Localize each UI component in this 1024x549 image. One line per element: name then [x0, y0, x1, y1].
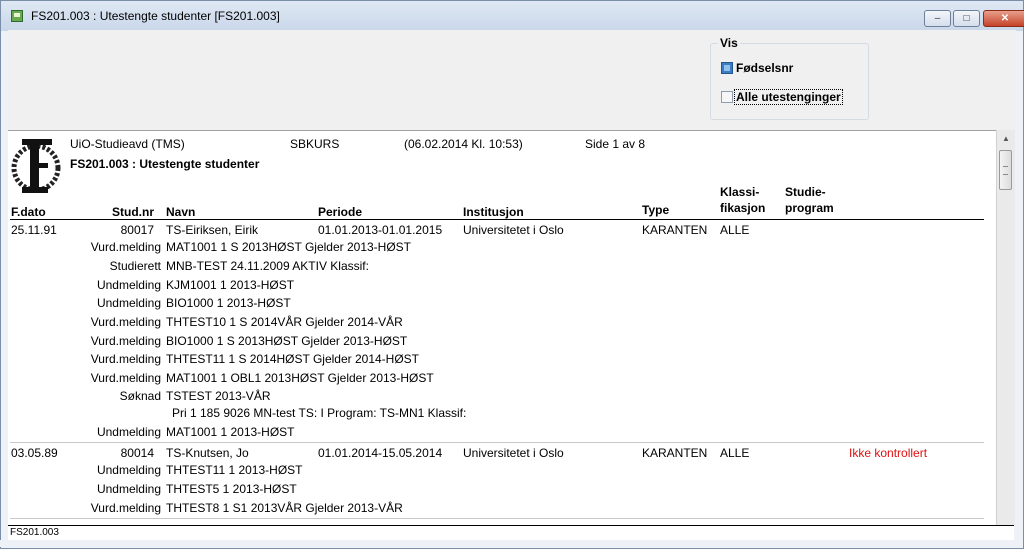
- col-type: Type: [642, 203, 670, 217]
- detail-label: Studierett: [109, 259, 161, 273]
- detail-text: THTEST5 1 2013-HØST: [166, 482, 297, 496]
- close-button[interactable]: ✕: [983, 10, 1024, 27]
- col-periode: Periode: [318, 205, 363, 219]
- record-periode: 01.01.2013-01.01.2015: [318, 223, 443, 237]
- col-studie-2: program: [785, 201, 834, 215]
- detail-label: Vurd.melding: [90, 240, 161, 254]
- detail-label: Undmelding: [96, 425, 161, 439]
- col-studie-1: Studie-: [785, 185, 826, 199]
- detail-text: BIO1000 1 S 2013HØST Gjelder 2013-HØST: [166, 334, 408, 348]
- report-timestamp: (06.02.2014 Kl. 10:53): [404, 137, 523, 151]
- window-bottom-edge: [0, 540, 1022, 547]
- record-fdato: 03.05.89: [11, 446, 58, 460]
- minimize-button[interactable]: –: [924, 10, 951, 27]
- report-org: UiO-Studieavd (TMS): [70, 137, 185, 151]
- report-title: FS201.003 : Utestengte studenter: [70, 157, 260, 171]
- detail-label: Undmelding: [96, 278, 161, 292]
- detail-label: Vurd.melding: [90, 315, 161, 329]
- fodselsnr-checkbox[interactable]: [721, 62, 733, 74]
- alle-utestenginger-checkbox[interactable]: [721, 91, 733, 103]
- record-institusjon: Universitetet i Oslo: [463, 446, 564, 460]
- header-rule: [10, 219, 984, 220]
- record-type: KARANTEN: [642, 223, 708, 237]
- detail-text: TSTEST 2013-VÅR: [166, 389, 271, 403]
- title-bar[interactable]: FS201.003 : Utestengte studenter [FS201.…: [1, 1, 1024, 31]
- fodselsnr-label[interactable]: Fødselsnr: [736, 61, 793, 75]
- detail-label: Vurd.melding: [90, 352, 161, 366]
- window-title: FS201.003 : Utestengte studenter [FS201.…: [31, 9, 280, 23]
- vis-groupbox: [710, 43, 869, 120]
- scroll-thumb[interactable]: [999, 150, 1012, 190]
- detail-label: Undmelding: [96, 482, 161, 496]
- detail-label: Søknad: [119, 389, 161, 403]
- record-fdato: 25.11.91: [11, 223, 57, 237]
- detail-text: MAT1001 1 2013-HØST: [166, 425, 295, 439]
- maximize-button[interactable]: □: [953, 10, 980, 27]
- detail-label: Undmelding: [96, 463, 161, 477]
- vis-legend: Vis: [718, 36, 740, 50]
- record-periode: 01.01.2014-15.05.2014: [318, 446, 443, 460]
- detail-text: Pri 1 185 9026 MN-test TS: I Program: TS…: [172, 406, 467, 420]
- scroll-up-icon[interactable]: ▲: [999, 132, 1013, 146]
- detail-text: THTEST10 1 S 2014VÅR Gjelder 2014-VÅR: [166, 315, 403, 329]
- report-user: SBKURS: [290, 137, 340, 151]
- detail-text: THTEST8 1 S1 2013VÅR Gjelder 2013-VÅR: [166, 501, 403, 515]
- detail-text: THTEST11 1 S 2014HØST Gjelder 2014-HØST: [166, 352, 419, 366]
- report-page: Side 1 av 8: [585, 137, 646, 151]
- detail-label: Vurd.melding: [90, 334, 161, 348]
- col-klassi-1: Klassi-: [720, 185, 760, 199]
- fs-logo: [11, 139, 61, 193]
- detail-text: MNB-TEST 24.11.2009 AKTIV Klassif:: [166, 259, 369, 273]
- detail-text: BIO1000 1 2013-HØST: [166, 296, 291, 310]
- col-navn: Navn: [166, 205, 196, 219]
- detail-text: MAT1001 1 OBL1 2013HØST Gjelder 2013-HØS…: [166, 371, 434, 385]
- record-klassifikasjon: ALLE: [720, 446, 750, 460]
- record-institusjon: Universitetet i Oslo: [463, 223, 564, 237]
- record-separator: [10, 442, 984, 443]
- col-institusjon: Institusjon: [463, 205, 524, 219]
- record-navn: TS-Knutsen, Jo: [166, 446, 249, 460]
- detail-label: Undmelding: [96, 296, 161, 310]
- detail-label: Vurd.melding: [90, 371, 161, 385]
- record-studnr: 80014: [120, 446, 154, 460]
- detail-text: KJM1001 1 2013-HØST: [166, 278, 295, 292]
- status-text: FS201.003: [10, 527, 59, 538]
- detail-text: MAT1001 1 S 2013HØST Gjelder 2013-HØST: [166, 240, 412, 254]
- record-studnr: 80017: [120, 223, 154, 237]
- app-icon: [11, 10, 23, 22]
- col-studnr: Stud.nr: [112, 205, 154, 219]
- detail-text: THTEST11 1 2013-HØST: [166, 463, 303, 477]
- vertical-scrollbar[interactable]: ▲: [996, 130, 1015, 525]
- record-navn: TS-Eiriksen, Eirik: [166, 223, 259, 237]
- record-klassifikasjon: ALLE: [720, 223, 750, 237]
- col-fdato: F.dato: [11, 205, 46, 219]
- record-type: KARANTEN: [642, 446, 708, 460]
- alle-utestenginger-label[interactable]: Alle utestenginger: [734, 89, 843, 105]
- status-bar: [8, 525, 1014, 540]
- status-ikke-kontrollert: Ikke kontrollert: [849, 446, 928, 460]
- detail-label: Vurd.melding: [90, 501, 161, 515]
- record-separator: [10, 518, 984, 519]
- col-klassi-2: fikasjon: [720, 201, 766, 215]
